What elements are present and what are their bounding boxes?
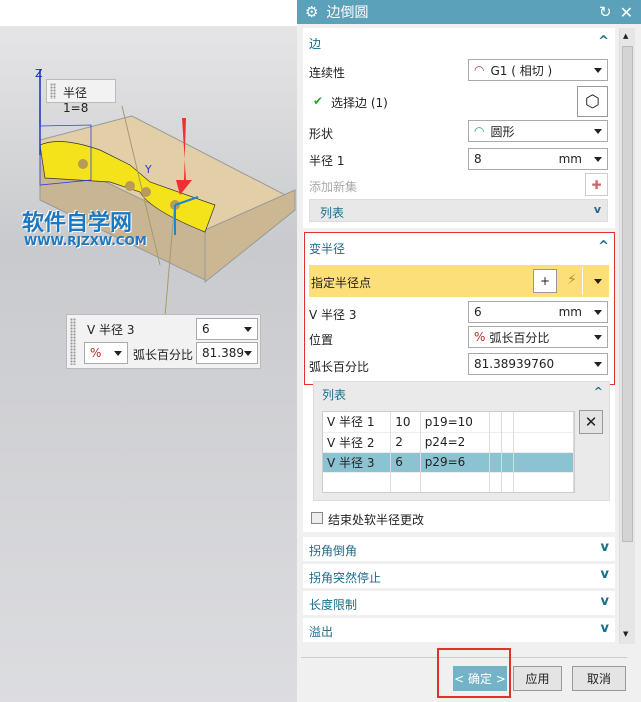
- ok-button[interactable]: < 确定 >: [453, 666, 507, 691]
- popup-v-radius-input[interactable]: 6: [196, 318, 258, 340]
- edge-list-collapsed[interactable]: 列表 v: [309, 199, 608, 222]
- circular-shape-icon: ◠: [474, 124, 485, 138]
- chevron-down-icon[interactable]: v: [601, 594, 609, 609]
- soft-radius-label: 结束处软半径更改: [328, 513, 425, 527]
- dialog-panel: 边 ^ 连续性 ◠ G1 ( 相切 ) ✔ 选择边 (1) ⬡ 形状 ◠ 圆形 半径 …: [303, 28, 619, 644]
- v-radius-label: V 半径 3: [309, 308, 357, 322]
- section-collapsed[interactable]: 拐角倒角 v: [303, 537, 615, 561]
- add-point-icon: +: [539, 274, 551, 288]
- variable-list-header[interactable]: 列表: [322, 386, 346, 403]
- delete-x-icon: ✕: [584, 413, 598, 431]
- specify-point-label: 指定半径点: [311, 276, 372, 290]
- axis-y-label: Y: [144, 163, 152, 176]
- chevron-down-icon[interactable]: v: [601, 567, 609, 582]
- checkmark-icon: ✔: [313, 94, 324, 108]
- section-title: 拐角突然停止: [309, 571, 382, 585]
- point-type-dropdown[interactable]: [594, 279, 602, 284]
- position-dropdown[interactable]: % 弧长百分比: [468, 326, 608, 348]
- delete-button[interactable]: ✕: [579, 410, 603, 434]
- cell-name: V 半径 1: [323, 412, 392, 432]
- cell-value: 10: [390, 412, 421, 432]
- popup-position-label: 弧长百分比: [133, 348, 194, 362]
- dynamic-input-popup: V 半径 3 6 % 弧长百分比 81.389: [66, 314, 261, 369]
- apply-button[interactable]: 应用: [513, 666, 562, 691]
- g1-icon: ◠: [474, 63, 485, 77]
- reset-icon[interactable]: ↻: [599, 3, 612, 21]
- section-edge-header[interactable]: 边: [309, 35, 321, 52]
- chevron-down-icon[interactable]: v: [601, 540, 609, 555]
- v-radius-input[interactable]: 6 mm: [468, 301, 608, 323]
- section-title: 拐角倒角: [309, 544, 358, 558]
- popup-v-radius-label: V 半径 3: [87, 323, 135, 337]
- position-label: 位置: [309, 333, 334, 347]
- radius-tag[interactable]: 半径 1=8: [46, 79, 116, 115]
- cell-expr: p29=6: [420, 452, 491, 472]
- cancel-button[interactable]: 取消: [572, 666, 626, 691]
- cube-icon: ⬡: [585, 91, 600, 112]
- select-edge-label[interactable]: 选择边 (1): [331, 94, 388, 111]
- popup-arc-input[interactable]: 81.389: [196, 342, 258, 364]
- select-edge-cube-button[interactable]: ⬡: [577, 86, 608, 117]
- continuity-dropdown[interactable]: ◠ G1 ( 相切 ): [468, 59, 608, 81]
- specify-point-row[interactable]: 指定半径点 + ⚡: [309, 265, 609, 297]
- table-row[interactable]: V 半径 1 10 p19=10: [323, 412, 574, 432]
- section-collapsed[interactable]: 长度限制 v: [303, 591, 615, 615]
- cell-value: 2: [390, 432, 421, 452]
- section-collapsed[interactable]: 溢出 v: [303, 618, 615, 642]
- cell-name: V 半径 2: [323, 432, 392, 452]
- section-collapsed[interactable]: 拐角突然停止 v: [303, 564, 615, 588]
- cell-value: 6: [390, 452, 421, 472]
- cell-expr: p19=10: [420, 412, 491, 432]
- axis-z-label: Z: [35, 67, 43, 80]
- dialog-titlebar: ⚙ 边倒圆 ↻ ✕: [297, 0, 641, 24]
- arc-percent-input[interactable]: 81.38939760: [468, 353, 608, 375]
- table-row[interactable]: V 半径 3 6 p29=6: [323, 452, 574, 472]
- arc-percent-icon: %: [90, 346, 102, 360]
- cell-expr: p24=2: [420, 432, 491, 452]
- snap-point-icon[interactable]: ⚡: [567, 272, 577, 288]
- section-title: 长度限制: [309, 598, 358, 612]
- popup-position-dropdown[interactable]: %: [84, 342, 128, 364]
- add-set-icon: ✚: [591, 177, 602, 192]
- table-row[interactable]: V 半径 2 2 p24=2: [323, 432, 574, 452]
- watermark-url: WWW.RJZXW.COM: [24, 234, 147, 248]
- watermark-logo: 软件自学网: [22, 211, 133, 236]
- soft-radius-checkbox[interactable]: [311, 512, 323, 524]
- section-edge: 边 ^ 连续性 ◠ G1 ( 相切 ) ✔ 选择边 (1) ⬡ 形状 ◠ 圆形 半径 …: [303, 28, 615, 228]
- scroll-thumb[interactable]: [622, 46, 633, 542]
- dialog-scrollbar[interactable]: ▲ ▼: [619, 28, 635, 644]
- gear-icon: ⚙: [305, 3, 319, 21]
- radius-input[interactable]: 8 mm: [468, 148, 608, 170]
- section-variable-header[interactable]: 变半径: [309, 240, 345, 257]
- chevron-down-icon[interactable]: v: [594, 203, 601, 216]
- edge-blend-dialog: ⚙ 边倒圆 ↻ ✕ 边 ^ 连续性 ◠ G1 ( 相切 ) ✔ 选择边 (1) ⬡ …: [297, 0, 641, 702]
- scroll-down-arrow[interactable]: ▼: [623, 630, 628, 638]
- section-title: 溢出: [309, 625, 334, 639]
- cell-name: V 半径 3: [323, 452, 392, 472]
- continuity-label: 连续性: [309, 66, 346, 80]
- shape-label: 形状: [309, 127, 334, 141]
- add-new-set-label: 添加新集: [309, 180, 358, 194]
- chevron-up-icon[interactable]: ^: [598, 239, 609, 254]
- variable-radius-table: V 半径 1 10 p19=10 V 半径 2 2 p24=2 V 半径 3 6 p29=6: [322, 411, 575, 493]
- chevron-up-icon[interactable]: ^: [598, 34, 609, 49]
- chevron-up-icon[interactable]: ^: [594, 385, 603, 398]
- close-icon[interactable]: ✕: [620, 3, 633, 22]
- arc-percent-icon: %: [474, 330, 486, 344]
- variable-list-panel: 列表 ^ V 半径 1 10 p19=10 V 半径 2 2 p24=2 V 半径 3 6 p29…: [313, 381, 610, 501]
- point-dialog-button[interactable]: +: [533, 269, 557, 293]
- chevron-down-icon[interactable]: v: [601, 621, 609, 636]
- scroll-up-arrow[interactable]: ▲: [623, 32, 628, 40]
- arc-percent-label: 弧长百分比: [309, 360, 370, 374]
- radius-tag-text: 半径 1=8: [63, 86, 89, 115]
- radius-label: 半径 1: [309, 154, 345, 168]
- add-new-set-button[interactable]: ✚: [585, 173, 608, 196]
- graphics-viewport[interactable]: Z Y 半径 1=8 软件自学网 WWW.RJZXW.COM V 半径 3 6 …: [0, 0, 297, 702]
- dialog-title: 边倒圆: [326, 5, 369, 21]
- section-variable-radius: 变半径 ^ 指定半径点 + ⚡ V 半径 3 6 mm 位置 % 弧长百分比 弧长百分…: [303, 232, 615, 532]
- shape-dropdown[interactable]: ◠ 圆形: [468, 120, 608, 142]
